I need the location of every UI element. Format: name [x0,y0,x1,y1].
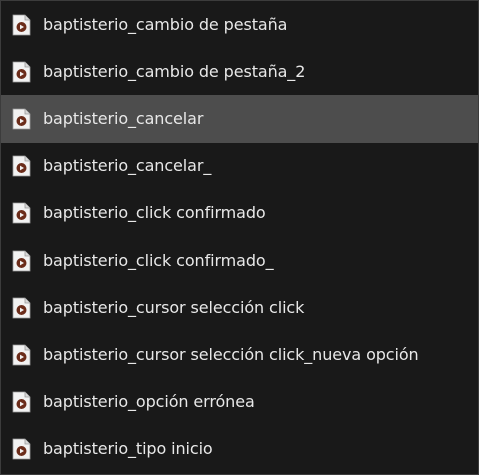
file-row[interactable]: baptisterio_click confirmado_ [1,237,478,284]
file-name: baptisterio_cambio de pestaña_2 [43,61,306,81]
audio-file-icon [12,391,31,413]
file-name: baptisterio_cursor selección click [43,297,305,317]
file-list-window: baptisterio_cambio de pestaña baptisteri… [0,0,479,475]
audio-file-icon [12,155,31,177]
file-list: baptisterio_cambio de pestaña baptisteri… [1,1,478,473]
audio-file-icon [12,297,31,319]
audio-file-icon [12,14,31,35]
audio-file-icon [12,108,31,130]
file-row[interactable]: baptisterio_cursor selección click [1,284,478,331]
audio-file-icon [12,61,31,83]
file-name: baptisterio_cancelar [43,109,204,129]
file-row-selected[interactable]: baptisterio_cancelar [1,95,478,143]
file-row[interactable]: baptisterio_tipo inicio [1,426,478,473]
audio-file-icon [12,250,31,271]
file-row[interactable]: baptisterio_cambio de pestaña_2 [1,48,478,95]
file-row[interactable]: baptisterio_cancelar_ [1,143,478,190]
file-row[interactable]: baptisterio_opción errónea [1,379,478,426]
audio-file-icon [12,202,31,224]
file-row[interactable]: baptisterio_cambio de pestaña [1,1,478,48]
audio-file-icon [12,438,31,460]
file-row[interactable]: baptisterio_cursor selección click_nueva… [1,331,478,378]
file-name: baptisterio_tipo inicio [43,439,213,459]
file-name: baptisterio_opción errónea [43,392,255,412]
file-name: baptisterio_cancelar_ [43,156,212,176]
file-name: baptisterio_click confirmado [43,203,266,223]
file-name: baptisterio_cursor selección click_nueva… [43,345,419,365]
audio-file-icon [12,344,31,366]
file-row[interactable]: baptisterio_click confirmado [1,190,478,237]
file-name: baptisterio_click confirmado_ [43,250,274,270]
file-name: baptisterio_cambio de pestaña [43,14,288,34]
